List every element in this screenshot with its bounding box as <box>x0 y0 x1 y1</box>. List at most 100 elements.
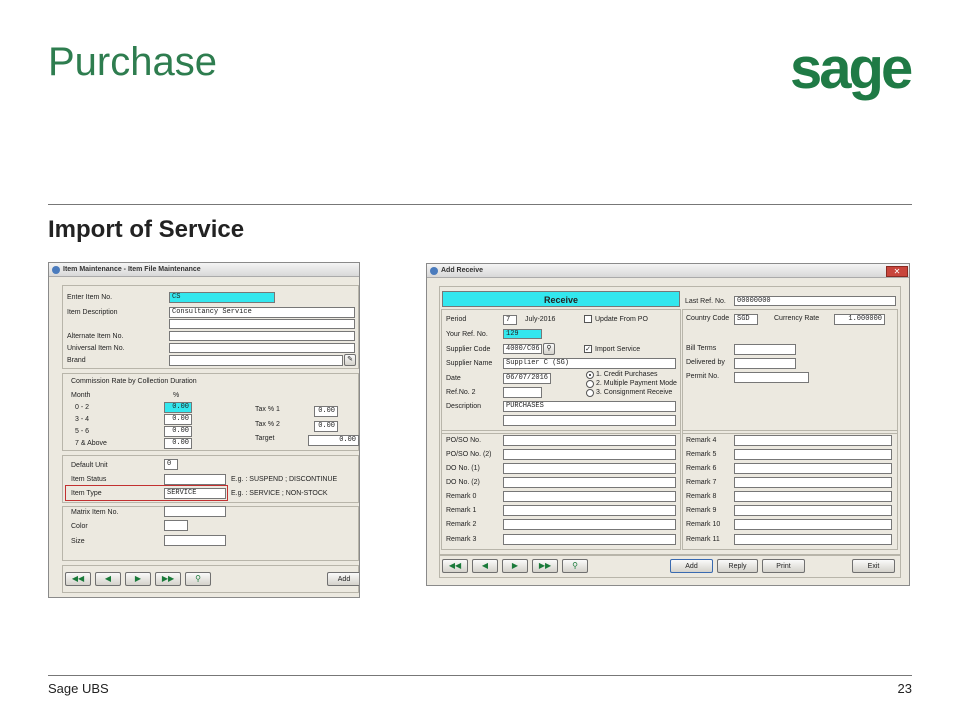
bill-terms-input[interactable] <box>734 344 796 355</box>
next-record-button[interactable]: ▶ <box>125 572 151 586</box>
tax1-input[interactable]: 0.00 <box>314 406 338 417</box>
reference-right-group <box>682 430 898 550</box>
your-ref-input[interactable]: 129 <box>503 329 542 339</box>
remark-1-label: Remark 1 <box>446 507 477 514</box>
import-service-checkbox[interactable]: ✓ <box>584 345 592 353</box>
brand-lookup-button[interactable]: ✎ <box>344 354 356 366</box>
period-input[interactable]: 7 <box>503 315 517 325</box>
color-label: Color <box>71 523 88 530</box>
enter-item-no-label: Enter Item No. <box>67 294 113 301</box>
credit-purchases-radio[interactable] <box>586 371 594 379</box>
update-from-po-checkbox[interactable] <box>584 315 592 323</box>
po-so-label: PO/SO No. <box>446 437 482 444</box>
po-so-2-input[interactable] <box>503 449 676 460</box>
consignment-radio[interactable] <box>586 389 594 397</box>
last-record-button[interactable]: ▶▶ <box>532 559 558 573</box>
item-type-input[interactable]: SERVICE <box>164 488 226 499</box>
rate-input-2[interactable]: 0.00 <box>164 414 192 425</box>
date-input[interactable]: 06/07/2016 <box>503 373 551 384</box>
remark-2-input[interactable] <box>503 519 676 530</box>
permit-no-input[interactable] <box>734 372 809 383</box>
prev-record-button[interactable]: ◀ <box>95 572 121 586</box>
remark-1-input[interactable] <box>503 505 676 516</box>
remark-6-input[interactable] <box>734 463 892 474</box>
app-icon <box>430 267 438 275</box>
next-icon: ▶ <box>511 561 519 570</box>
rate-input-3[interactable]: 0.00 <box>164 426 192 437</box>
remark-3-input[interactable] <box>503 534 676 545</box>
item-status-label: Item Status <box>71 476 107 483</box>
first-icon: ◀◀ <box>71 574 85 583</box>
item-status-input[interactable] <box>164 474 226 485</box>
first-record-button[interactable]: ◀◀ <box>65 572 91 586</box>
country-code-input[interactable]: SGD <box>734 314 758 325</box>
item-description-2-input[interactable] <box>169 319 355 329</box>
universal-item-input[interactable] <box>169 343 355 353</box>
do-2-label: DO No. (2) <box>446 479 480 486</box>
do-1-input[interactable] <box>503 463 676 474</box>
color-input[interactable] <box>164 520 188 531</box>
item-type-label: Item Type <box>71 490 102 497</box>
remark-0-input[interactable] <box>503 491 676 502</box>
item-add-button[interactable]: Add <box>327 572 359 586</box>
supplier-code-input[interactable]: 4000/C06 <box>503 344 542 354</box>
currency-rate-input[interactable]: 1.000000 <box>834 314 885 325</box>
ref2-input[interactable] <box>503 387 542 398</box>
remark-10-input[interactable] <box>734 519 892 530</box>
delivered-by-input[interactable] <box>734 358 796 369</box>
tax2-input[interactable]: 0.00 <box>314 421 338 432</box>
enter-item-no-input[interactable]: CS <box>169 292 275 303</box>
receive-add-button[interactable]: Add <box>670 559 713 573</box>
do-1-label: DO No. (1) <box>446 465 480 472</box>
last-record-button[interactable]: ▶▶ <box>155 572 181 586</box>
matrix-item-label: Matrix Item No. <box>71 509 119 516</box>
first-icon: ◀◀ <box>448 561 462 570</box>
matrix-item-input[interactable] <box>164 506 226 517</box>
close-button[interactable]: ✕ <box>886 266 908 277</box>
multiple-payment-radio[interactable] <box>586 380 594 388</box>
item-status-hint: E.g. : SUSPEND ; DISCONTINUE <box>231 476 338 483</box>
sage-logo: sage <box>790 36 913 101</box>
supplier-name-input[interactable]: Supplier C (SG) <box>503 358 676 369</box>
rate-input-1[interactable]: 0.00 <box>164 402 192 413</box>
remark-8-input[interactable] <box>734 491 892 502</box>
remark-5-input[interactable] <box>734 449 892 460</box>
supplier-lookup-button[interactable]: ⚲ <box>543 343 555 355</box>
ref2-label: Ref.No. 2 <box>446 389 476 396</box>
print-button[interactable]: Print <box>762 559 805 573</box>
rate-input-4[interactable]: 0.00 <box>164 438 192 449</box>
exit-button[interactable]: Exit <box>852 559 895 573</box>
search-record-button[interactable]: ⚲ <box>562 559 588 573</box>
description-2-input[interactable] <box>503 415 676 426</box>
description-label: Description <box>446 403 482 410</box>
remark-4-label: Remark 4 <box>686 437 717 444</box>
search-icon: ⚲ <box>546 345 552 352</box>
remark-9-input[interactable] <box>734 505 892 516</box>
footer-divider <box>48 675 912 676</box>
remark-11-input[interactable] <box>734 534 892 545</box>
next-record-button[interactable]: ▶ <box>502 559 528 573</box>
target-input[interactable]: 0.00 <box>308 435 359 446</box>
footer-brand: Sage UBS <box>48 681 109 696</box>
brand-label: Brand <box>67 357 86 364</box>
first-record-button[interactable]: ◀◀ <box>442 559 468 573</box>
do-2-input[interactable] <box>503 477 676 488</box>
reply-button[interactable]: Reply <box>717 559 758 573</box>
po-so-input[interactable] <box>503 435 676 446</box>
last-icon: ▶▶ <box>538 561 552 570</box>
alternate-item-input[interactable] <box>169 331 355 341</box>
size-input[interactable] <box>164 535 226 546</box>
last-ref-input: 00000000 <box>734 296 896 306</box>
search-record-button[interactable]: ⚲ <box>185 572 211 586</box>
item-description-input[interactable]: Consultancy Service <box>169 307 355 318</box>
remark-0-label: Remark 0 <box>446 493 477 500</box>
prev-record-button[interactable]: ◀ <box>472 559 498 573</box>
description-input[interactable]: PURCHASES <box>503 401 676 412</box>
update-from-po-label: Update From PO <box>595 316 648 323</box>
default-unit-input[interactable]: 0 <box>164 459 178 470</box>
add-receive-window: Add Receive ✕ Receive Last Ref. No. 0000… <box>426 263 910 586</box>
brand-input[interactable] <box>169 355 343 366</box>
import-service-label: Import Service <box>595 346 641 353</box>
remark-7-input[interactable] <box>734 477 892 488</box>
remark-4-input[interactable] <box>734 435 892 446</box>
